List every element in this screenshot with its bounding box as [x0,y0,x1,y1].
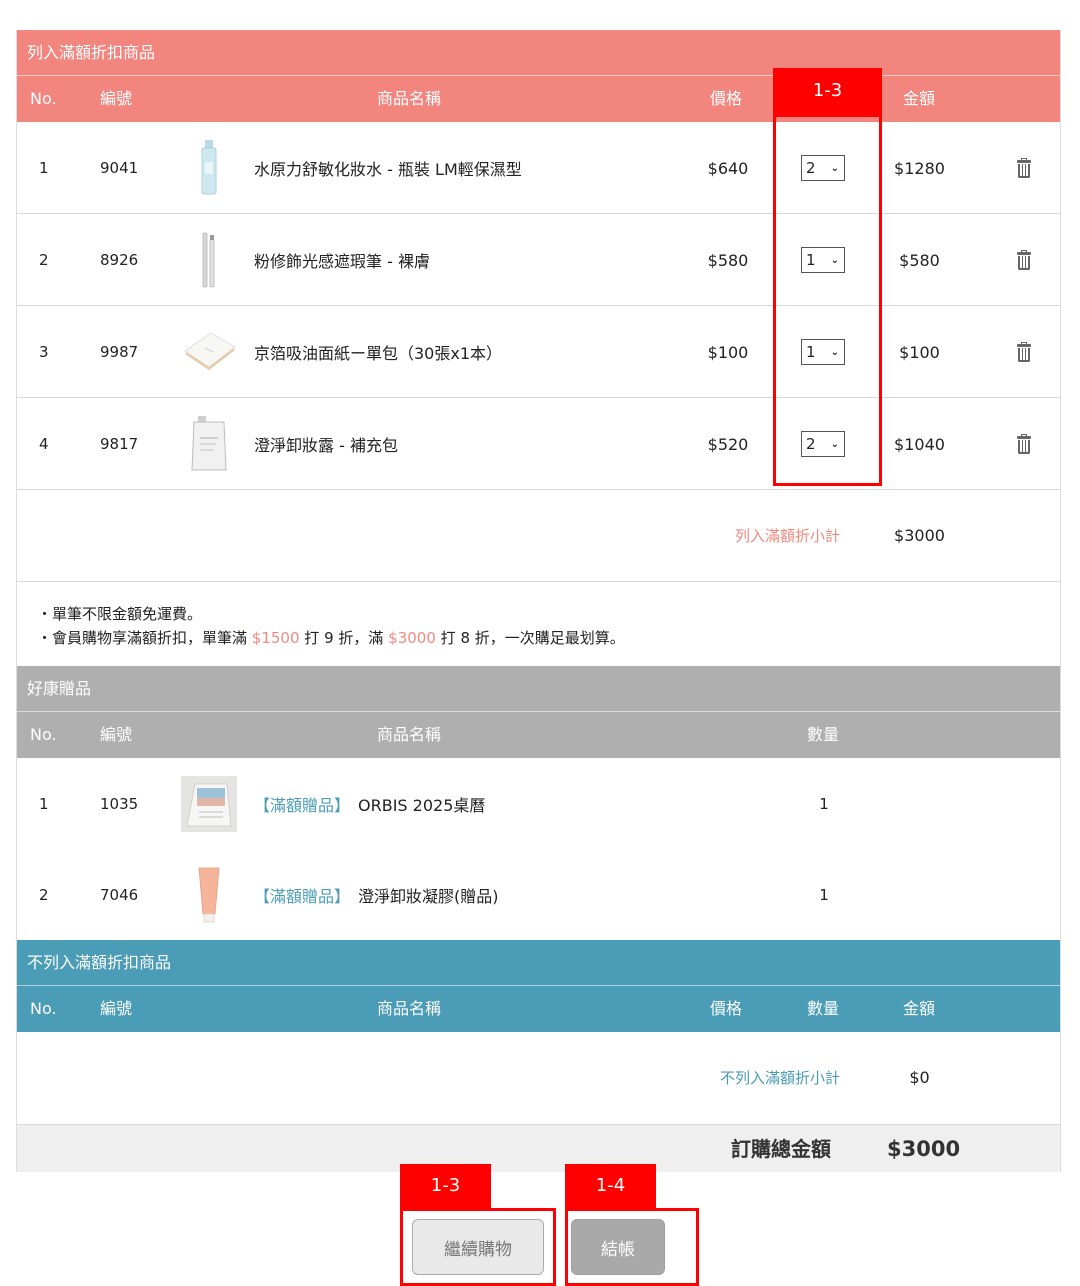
product-name[interactable]: 水原力舒敏化妝水 - 瓶裝 LM輕保濕型 [254,122,522,214]
product-image-gel-tube[interactable] [179,849,239,941]
product-image-refill-pouch[interactable] [179,398,239,490]
table-row: 4 9817 澄淨卸妝露 - 補充包 $520 2 ⌄ $1040 [17,398,1060,490]
header-code: 編號 [100,725,133,744]
note-amount: $3000 [388,629,436,647]
nondiscount-table-header: No. 編號 商品名稱 價格 數量 金額 [17,986,1060,1032]
row-code: 9041 [100,159,139,177]
header-name: 商品名稱 [377,725,442,744]
cart-container: 列入滿額折扣商品 No. 編號 商品名稱 價格 金額 1 9041 水原力舒敏化… [16,30,1061,1172]
note-text: ・會員購物享滿額折扣，單筆滿 [37,629,248,647]
note-amount: $1500 [251,629,300,647]
annotation-label-checkout: 1-4 [565,1164,656,1210]
product-name[interactable]: 粉修飾光感遮瑕筆 - 裸膚 [254,214,430,306]
row-no: 2 [39,886,49,904]
annotation-box-continue [400,1208,556,1286]
trash-icon[interactable] [1012,398,1036,490]
row-code: 9987 [100,343,139,361]
product-price: $640 [707,158,749,178]
header-qty: 數量 [807,999,840,1018]
row-code: 1035 [100,795,139,813]
header-price: 價格 [710,89,743,108]
table-row: 1 9041 水原力舒敏化妝水 - 瓶裝 LM輕保濕型 $640 2 ⌄ $128… [17,122,1060,214]
note-text: 打 8 折，一次購足最划算。 [440,629,625,647]
row-no: 4 [39,435,49,453]
discount-subtotal-label: 列入滿額折小計 [734,527,840,545]
table-row: 2 7046 【滿額贈品】 澄淨卸妝凝膠(贈品) 1 [17,849,1060,940]
gift-name[interactable]: 【滿額贈品】 ORBIS 2025桌曆 [254,758,485,850]
nondiscount-section-title: 不列入滿額折扣商品 [17,940,1060,986]
nondiscount-subtotal-row: 不列入滿額折小計 $0 [17,1032,1060,1124]
product-amount: $1280 [894,158,945,178]
promo-notes: ・單筆不限金額免運費。 ・會員購物享滿額折扣，單筆滿 $1500 打 9 折，滿… [17,582,1060,666]
nondiscount-subtotal-label: 不列入滿額折小計 [719,1069,840,1087]
gift-qty: 1 [819,795,829,813]
product-name[interactable]: 澄淨卸妝露 - 補充包 [254,398,398,490]
discount-subtotal-value: $3000 [894,526,945,545]
header-qty: 數量 [807,725,840,744]
header-no: No. [30,725,57,744]
product-price: $100 [707,342,749,362]
annotation-label-continue: 1-3 [400,1164,491,1210]
discount-table-header: No. 編號 商品名稱 價格 金額 [17,76,1060,122]
row-code: 7046 [100,886,139,904]
table-row: 2 8926 粉修飾光感遮瑕筆 - 裸膚 $580 1 ⌄ $580 [17,214,1060,306]
header-no: No. [30,89,57,108]
product-amount: $1040 [894,434,945,454]
row-no: 1 [39,159,49,177]
gift-name-text: 澄淨卸妝凝膠(贈品) [358,887,499,906]
trash-icon[interactable] [1012,306,1036,398]
row-code: 8926 [100,251,139,269]
gift-table-header: No. 編號 商品名稱 數量 [17,712,1060,758]
gift-tag: 【滿額贈品】 [254,796,351,815]
trash-icon[interactable] [1012,122,1036,214]
gift-section-title: 好康贈品 [17,666,1060,712]
order-total-row: 訂購總金額 $3000 [17,1124,1060,1172]
annotation-box-checkout [565,1208,699,1286]
trash-icon[interactable] [1012,214,1036,306]
header-code: 編號 [100,89,133,108]
product-image-concealer-pen[interactable] [179,214,239,306]
note-free-shipping: ・單筆不限金額免運費。 [37,605,203,623]
header-amount: 金額 [903,999,936,1018]
note-text: 打 9 折，滿 [304,629,384,647]
annotation-label-qty: 1-3 [773,68,882,116]
annotation-box-qty [773,114,882,486]
table-row: 1 1035 【滿額贈品】 ORBIS 2025桌曆 1 [17,758,1060,849]
row-no: 2 [39,251,49,269]
discount-section-title: 列入滿額折扣商品 [17,30,1060,76]
product-image-blotting-paper[interactable] [179,306,239,398]
table-row: 3 9987 京箔吸油面紙ー單包（30張x1本） $100 1 ⌄ $100 [17,306,1060,398]
header-name: 商品名稱 [377,89,442,108]
product-name[interactable]: 京箔吸油面紙ー單包（30張x1本） [254,306,502,398]
header-amount: 金額 [903,89,936,108]
product-price: $580 [707,250,749,270]
order-total-value: $3000 [887,1137,961,1161]
product-price: $520 [707,434,749,454]
header-code: 編號 [100,999,133,1018]
row-no: 1 [39,795,49,813]
product-amount: $580 [899,250,940,270]
gift-name-text: ORBIS 2025桌曆 [358,796,486,815]
order-total-label: 訂購總金額 [731,1137,831,1161]
header-no: No. [30,999,57,1018]
row-no: 3 [39,343,49,361]
row-code: 9817 [100,435,139,453]
product-image-toner-bottle[interactable] [179,122,239,214]
nondiscount-subtotal-value: $0 [909,1068,930,1087]
gift-tag: 【滿額贈品】 [254,887,351,906]
gift-qty: 1 [819,886,829,904]
header-name: 商品名稱 [377,999,442,1018]
product-amount: $100 [899,342,940,362]
discount-subtotal-row: 列入滿額折小計 $3000 [17,490,1060,582]
header-price: 價格 [710,999,743,1018]
product-image-desk-calendar[interactable] [179,758,239,850]
gift-name[interactable]: 【滿額贈品】 澄淨卸妝凝膠(贈品) [254,849,499,941]
note-member-discount: ・會員購物享滿額折扣，單筆滿 $1500 打 9 折，滿 $3000 打 8 折… [37,626,1060,650]
